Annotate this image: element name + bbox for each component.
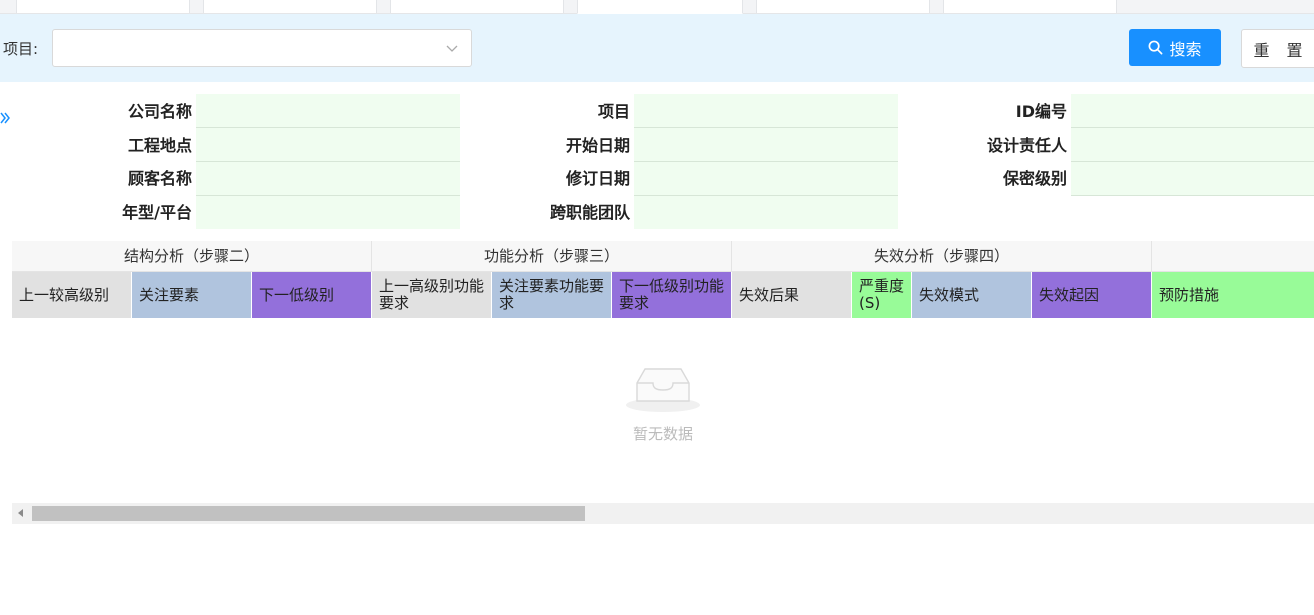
confidentiality-level-value — [1071, 162, 1314, 196]
column-header[interactable]: 失效后果 — [732, 272, 852, 318]
tab[interactable] — [943, 0, 1117, 13]
column-header[interactable]: 下一低级别功能要求 — [612, 272, 732, 318]
project-label-info: 项目 — [597, 102, 630, 121]
column-header[interactable]: 上一较高级别 — [12, 272, 132, 318]
cross-functional-team-label: 跨职能团队 — [549, 203, 630, 222]
tab[interactable] — [16, 0, 190, 13]
design-owner-label: 设计责任人 — [986, 136, 1067, 155]
tab-strip — [0, 0, 1314, 14]
search-bar: 项目: 搜索 重 置 — [0, 14, 1314, 82]
design-owner-value — [1071, 128, 1314, 162]
start-date-label: 开始日期 — [565, 136, 630, 155]
reset-button[interactable]: 重 置 — [1241, 29, 1314, 68]
search-button-label: 搜索 — [1169, 39, 1202, 59]
company-name-label: 公司名称 — [127, 102, 192, 121]
tab[interactable] — [390, 0, 564, 13]
id-number-value — [1071, 94, 1314, 128]
group-header-function: 功能分析（步骤三） — [372, 241, 732, 272]
scrollbar-thumb[interactable] — [32, 506, 585, 521]
model-platform-value — [196, 196, 460, 229]
horizontal-scrollbar[interactable] — [12, 503, 1314, 524]
column-header[interactable]: 上一高级别功能要求 — [372, 272, 492, 318]
column-header[interactable]: 失效模式 — [912, 272, 1032, 318]
project-select[interactable] — [52, 29, 472, 67]
column-header[interactable]: 关注要素功能要求 — [492, 272, 612, 318]
tab[interactable] — [756, 0, 930, 13]
column-header[interactable]: 严重度(S) — [852, 272, 912, 318]
model-platform-label: 年型/平台 — [122, 203, 192, 222]
project-location-label: 工程地点 — [127, 136, 192, 155]
tab[interactable] — [203, 0, 377, 13]
reset-button-label: 重 置 — [1253, 40, 1309, 60]
column-header[interactable]: 关注要素 — [132, 272, 252, 318]
customer-name-label: 顾客名称 — [127, 169, 192, 188]
project-label: 项目: — [3, 40, 39, 58]
column-header[interactable]: 失效起因 — [1032, 272, 1152, 318]
revision-date-value — [634, 162, 898, 196]
column-header[interactable]: 下一低级别 — [252, 272, 372, 318]
search-icon — [1149, 40, 1163, 55]
cross-functional-team-value — [634, 196, 898, 229]
expand-sidebar-icon[interactable] — [0, 110, 10, 126]
search-button[interactable]: 搜索 — [1129, 29, 1221, 66]
customer-name-value — [196, 162, 460, 196]
empty-text: 暂无数据 — [632, 425, 693, 443]
project-location-value — [196, 128, 460, 162]
tab-active[interactable] — [577, 0, 743, 14]
column-header[interactable]: 预防措施 — [1152, 272, 1314, 318]
id-number-label: ID编号 — [1015, 102, 1067, 121]
group-header-risk — [1152, 241, 1314, 272]
revision-date-label: 修订日期 — [565, 169, 630, 188]
start-date-value — [634, 128, 898, 162]
company-name-value — [196, 94, 460, 128]
scroll-left-icon[interactable] — [18, 509, 23, 517]
project-value-info — [634, 94, 898, 128]
confidentiality-level-label: 保密级别 — [1002, 169, 1067, 188]
chevron-down-icon — [446, 45, 458, 52]
empty-state: 暂无数据 — [12, 361, 1314, 444]
empty-inbox-icon — [626, 368, 700, 412]
group-header-failure: 失效分析（步骤四） — [732, 241, 1152, 272]
fmea-table: 结构分析（步骤二） 功能分析（步骤三） 失效分析（步骤四） 上一较高级别 关注要… — [12, 241, 1314, 503]
group-header-structure: 结构分析（步骤二） — [12, 241, 372, 272]
